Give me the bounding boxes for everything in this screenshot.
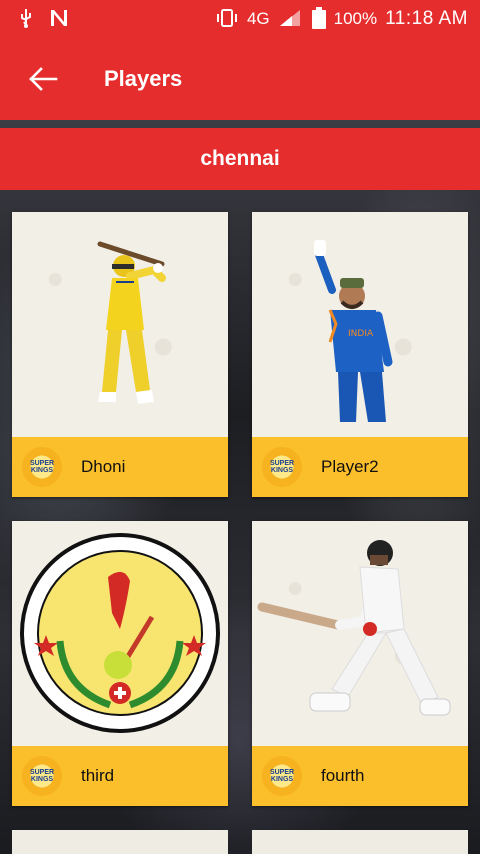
player-card[interactable]: INDIA SUPER KINGS Player2 <box>252 212 468 497</box>
n-notification-icon <box>48 8 70 31</box>
team-logo-icon: SUPER KINGS <box>262 447 302 487</box>
battery-percent: 100% <box>333 9 378 28</box>
card-footer: SUPER KINGS Dhoni <box>12 437 228 497</box>
signal-icon <box>278 8 304 31</box>
back-button[interactable] <box>0 38 86 120</box>
player-card[interactable]: SUPER KINGS fourth <box>252 521 468 806</box>
svg-text:INDIA: INDIA <box>348 329 374 339</box>
card-footer: SUPER KINGS Player2 <box>252 437 468 497</box>
player-photo <box>252 521 468 746</box>
player-card[interactable]: SUPER KINGS Dhoni <box>12 212 228 497</box>
player-card[interactable]: SUPER KINGS third <box>12 521 228 806</box>
battery-icon <box>311 6 326 32</box>
network-type: 4G <box>246 9 270 28</box>
player-photo: INDIA <box>252 212 468 437</box>
card-footer: SUPER KINGS third <box>12 746 228 806</box>
player-name: Player2 <box>321 457 379 476</box>
player-name: Dhoni <box>81 457 126 476</box>
player-card-partial[interactable] <box>12 830 228 854</box>
player-name: fourth <box>321 766 365 785</box>
vibrate-icon <box>215 8 239 31</box>
player-photo <box>12 212 228 437</box>
team-logo-icon: SUPER KINGS <box>22 756 62 796</box>
app-bar: Players <box>0 38 480 120</box>
status-bar: 4G 100% 11:18 AM <box>0 0 480 38</box>
player-photo <box>12 521 228 746</box>
team-header: chennai <box>0 128 480 190</box>
player-name: third <box>81 766 115 785</box>
arrow-left-icon <box>29 67 58 91</box>
clock: 11:18 AM <box>385 8 468 29</box>
team-logo-icon: SUPER KINGS <box>262 756 302 796</box>
team-logo-icon: SUPER KINGS <box>22 447 62 487</box>
usb-icon <box>18 8 34 31</box>
page-title: Players <box>104 66 183 91</box>
player-card-partial[interactable] <box>252 830 468 854</box>
card-footer: SUPER KINGS fourth <box>252 746 468 806</box>
